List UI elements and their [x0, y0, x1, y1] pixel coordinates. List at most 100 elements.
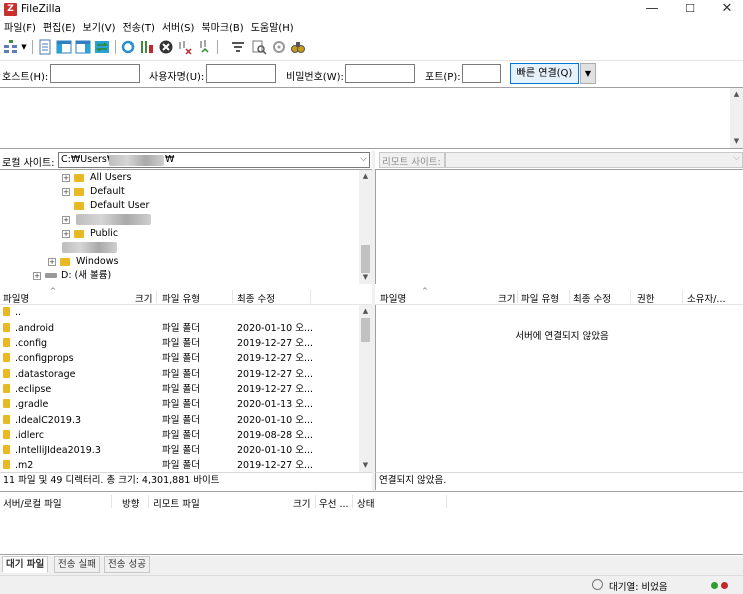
process-queue-icon[interactable] [139, 39, 155, 55]
menu-help[interactable]: 도움말(H) [248, 21, 297, 37]
column-divider[interactable] [569, 290, 570, 303]
local-directory-tree[interactable]: + All Users + Default Default User + + P… [0, 169, 372, 284]
minimize-button[interactable]: — [634, 0, 670, 20]
username-input[interactable] [206, 64, 276, 83]
column-divider[interactable] [111, 495, 112, 508]
menu-server[interactable]: 서버(S) [159, 21, 198, 37]
message-log-toggle-icon[interactable] [37, 39, 53, 55]
expand-icon[interactable]: + [62, 230, 70, 238]
menu-view[interactable]: 보기(V) [80, 21, 119, 37]
expand-icon[interactable]: + [48, 258, 56, 266]
directory-filter-icon[interactable] [230, 39, 246, 55]
transfer-queue-list[interactable] [0, 510, 743, 555]
disconnect-icon[interactable] [177, 39, 193, 55]
list-item[interactable]: .config 파일 폴더 2019-12-27 오... [0, 336, 358, 351]
column-divider[interactable] [517, 290, 518, 303]
tab-queued-files[interactable]: 대기 파일 [2, 556, 49, 573]
column-permissions[interactable]: 권한 [637, 291, 654, 305]
scroll-down-arrow-icon[interactable]: ▼ [730, 135, 743, 148]
scroll-down-arrow-icon[interactable]: ▼ [359, 459, 372, 472]
list-item[interactable]: .. [0, 305, 358, 320]
expand-icon[interactable]: + [33, 272, 41, 280]
quickconnect-history-dropdown[interactable]: ▼ [580, 63, 596, 84]
list-item[interactable]: .datastorage 파일 폴더 2019-12-27 오... [0, 367, 358, 382]
scroll-up-arrow-icon[interactable]: ▲ [730, 88, 743, 101]
local-tree-toggle-icon[interactable] [56, 39, 72, 55]
column-type[interactable]: 파일 유형 [162, 291, 200, 305]
queue-column-file[interactable]: 서버/로컬 파일 [3, 496, 62, 510]
column-divider[interactable] [156, 290, 157, 303]
site-manager-dropdown-icon[interactable]: ▼ [20, 39, 28, 55]
directory-comparison-icon[interactable] [251, 39, 267, 55]
password-input[interactable] [345, 64, 415, 83]
message-log[interactable]: ▲ ▼ [0, 87, 743, 149]
tab-successful-transfers[interactable]: 전송 성공 [104, 556, 150, 573]
column-divider[interactable] [630, 290, 631, 303]
column-divider[interactable] [310, 290, 311, 303]
tab-failed-transfers[interactable]: 전송 실패 [54, 556, 100, 573]
column-divider[interactable] [446, 495, 447, 508]
close-button[interactable]: ✕ [709, 0, 743, 20]
expand-icon[interactable]: + [62, 216, 70, 224]
queue-column-size[interactable]: 크기 [293, 496, 310, 510]
queue-column-status[interactable]: 상태 [357, 496, 374, 510]
site-manager-icon[interactable] [3, 39, 19, 55]
column-type[interactable]: 파일 유형 [521, 291, 559, 305]
scroll-up-arrow-icon[interactable]: ▲ [359, 305, 372, 318]
chevron-down-icon[interactable]: ⌵ [360, 154, 367, 164]
tree-item-windows[interactable]: + Windows [48, 255, 118, 269]
list-item[interactable]: .eclipse 파일 폴더 2019-12-27 오... [0, 382, 358, 397]
list-item[interactable]: .idlerc 파일 폴더 2019-08-28 오... [0, 428, 358, 443]
search-files-icon[interactable] [290, 39, 306, 55]
tree-item-default-user[interactable]: Default User [62, 199, 149, 213]
column-size[interactable]: 크기 [135, 291, 152, 305]
menu-file[interactable]: 파일(F) [1, 21, 39, 37]
list-item[interactable]: .android 파일 폴더 2020-01-10 오... [0, 321, 358, 336]
expand-icon[interactable]: + [62, 188, 70, 196]
column-filename[interactable]: 파일명 [380, 291, 406, 305]
list-item[interactable]: .gradle 파일 폴더 2020-01-13 오... [0, 397, 358, 412]
local-site-path-input[interactable]: C:₩Users₩ ₩ ⌵ [58, 152, 370, 168]
tree-item-d-drive[interactable]: + D: (새 볼륨) [33, 269, 111, 283]
list-item[interactable]: .m2 파일 폴더 2019-12-27 오... [0, 458, 358, 472]
menu-bookmarks[interactable]: 북마크(B) [198, 21, 246, 37]
remote-file-list[interactable]: 서버에 연결되지 않았음 [375, 305, 743, 472]
column-filename[interactable]: 파일명 [3, 291, 29, 305]
reconnect-icon[interactable] [196, 39, 212, 55]
refresh-icon[interactable] [120, 39, 136, 55]
column-divider[interactable] [352, 495, 353, 508]
column-owner[interactable]: 소유자/... [687, 291, 725, 305]
queue-column-direction[interactable]: 방향 [122, 496, 139, 510]
scroll-thumb[interactable] [361, 245, 370, 273]
column-divider[interactable] [232, 290, 233, 303]
tree-item-all-users[interactable]: + All Users [62, 171, 131, 185]
list-item[interactable]: .IntelliJIdea2019.3 파일 폴더 2020-01-10 오... [0, 443, 358, 458]
remote-directory-tree[interactable] [375, 169, 743, 284]
list-item[interactable]: .configprops 파일 폴더 2019-12-27 오... [0, 351, 358, 366]
queue-column-priority[interactable]: 우선 ... [319, 496, 349, 510]
remote-tree-toggle-icon[interactable] [75, 39, 91, 55]
host-input[interactable] [50, 64, 140, 83]
port-input[interactable] [462, 64, 501, 83]
expand-icon[interactable]: + [62, 174, 70, 182]
tree-item-public[interactable]: + Public [62, 227, 118, 241]
scroll-thumb[interactable] [361, 318, 370, 342]
tree-item-default[interactable]: + Default [62, 185, 125, 199]
column-modified[interactable]: 최종 수정 [237, 291, 275, 305]
quickconnect-button[interactable]: 빠른 연결(Q) [510, 63, 579, 84]
local-tree-scrollbar[interactable]: ▲ ▼ [359, 170, 372, 284]
synchronized-browsing-icon[interactable] [271, 39, 287, 55]
transfer-queue-toggle-icon[interactable] [94, 39, 110, 55]
scroll-up-arrow-icon[interactable]: ▲ [359, 170, 372, 183]
column-modified[interactable]: 최종 수정 [573, 291, 611, 305]
scroll-down-arrow-icon[interactable]: ▼ [359, 271, 372, 284]
menu-edit[interactable]: 편집(E) [40, 21, 79, 37]
column-divider[interactable] [148, 495, 149, 508]
column-size[interactable]: 크기 [498, 291, 515, 305]
column-divider[interactable] [315, 495, 316, 508]
maximize-button[interactable]: ☐ [672, 0, 708, 20]
menu-transfer[interactable]: 전송(T) [120, 21, 158, 37]
local-list-scrollbar[interactable]: ▲ ▼ [359, 305, 372, 472]
queue-column-remote[interactable]: 리모트 파일 [153, 496, 200, 510]
cancel-operation-icon[interactable] [158, 39, 174, 55]
